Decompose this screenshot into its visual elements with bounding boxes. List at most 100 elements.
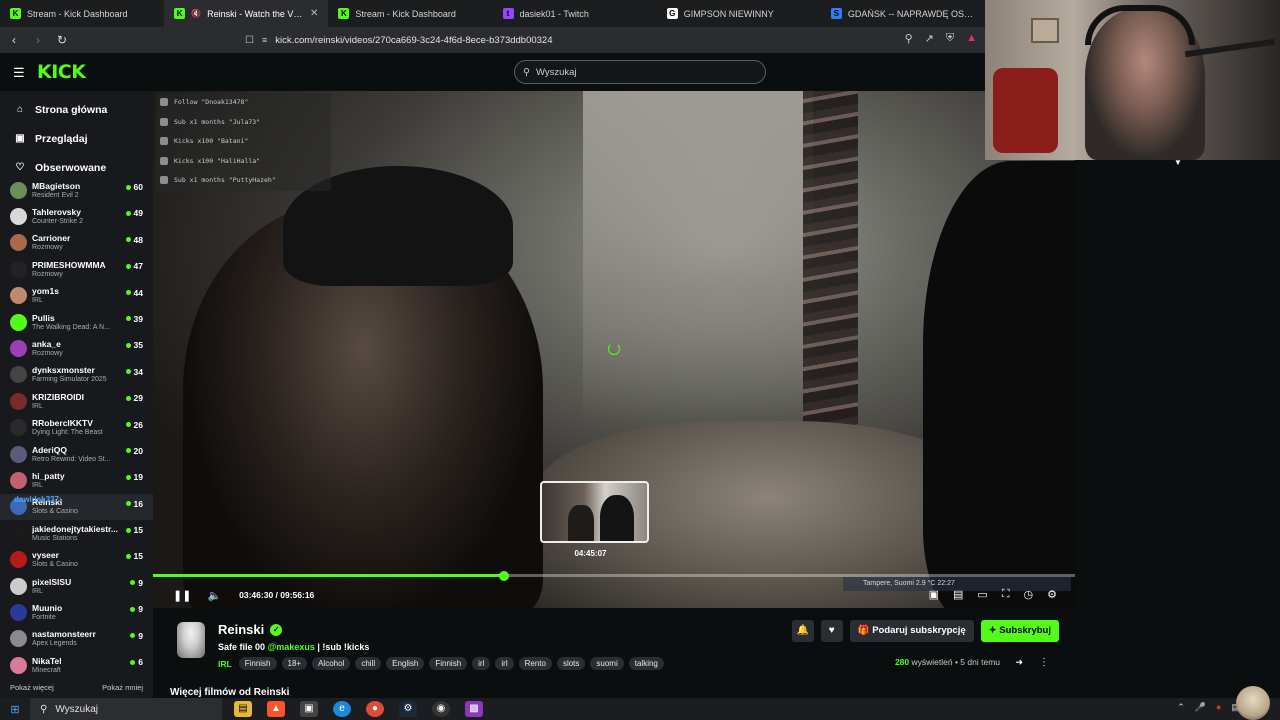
browser-tab[interactable]: K Stream - Kick Dashboard — [0, 0, 164, 27]
show-more-link[interactable]: Pokaż więcej — [10, 683, 54, 692]
site-info-icon[interactable]: ≡ — [262, 35, 267, 45]
reload-icon[interactable]: ↻ — [52, 33, 72, 47]
pause-icon[interactable]: ❚❚ — [173, 589, 191, 602]
close-tab-icon[interactable]: ✕ — [310, 8, 318, 19]
tag-chip[interactable]: chill — [355, 657, 382, 670]
file-explorer-icon[interactable]: ▤ — [234, 701, 252, 717]
app-icon[interactable]: ▣ — [300, 701, 318, 717]
channel-name-row: Reinski ✓ — [218, 622, 283, 637]
pip-icon[interactable]: ▣ — [929, 588, 939, 601]
tag-chip[interactable]: suomi — [590, 657, 624, 670]
edge-icon[interactable]: e — [333, 701, 351, 717]
kick-logo[interactable]: KICK — [37, 61, 86, 83]
sidebar-item-browse[interactable]: ▣ Przeglądaj — [0, 124, 153, 153]
browser-tab[interactable]: t dasiek01 - Twitch — [493, 0, 657, 27]
followed-channel-category: Minecraft — [32, 666, 61, 674]
brave-shield-icon[interactable]: ⛨ — [946, 32, 954, 45]
more-options-icon[interactable]: ⋮ — [1039, 657, 1049, 668]
subscribe-button[interactable]: ✦ Subskrybuj — [980, 620, 1059, 642]
brave-icon[interactable]: ▲ — [267, 701, 285, 717]
address-bar-icons: ⚲ ↗ ⛨ ▲ — [905, 32, 977, 45]
category-link[interactable]: IRL — [218, 659, 232, 669]
tag-chip[interactable]: Alcohol — [312, 657, 351, 670]
seek-bar[interactable] — [153, 570, 1075, 581]
followed-channel-item[interactable]: MBagietson Resident Evil 2 60 — [0, 177, 153, 203]
tray-chevron-icon[interactable]: ⌃ — [1177, 702, 1185, 713]
browser-tab[interactable]: K Stream - Kick Dashboard — [328, 0, 492, 27]
show-less-link[interactable]: Pokaż mniej — [102, 683, 143, 692]
followed-channel-item[interactable]: RRobercIKKTV Dying Light: The Beast 26 — [0, 415, 153, 441]
browser-tab-strip: K Stream - Kick Dashboard K 🔇 Reinski - Watc… — [0, 0, 985, 27]
tag-chip[interactable]: 18+ — [281, 657, 308, 670]
followed-channel-item[interactable]: Pullis The Walking Dead: A N... 39 — [0, 309, 153, 335]
speed-icon[interactable]: ◷ — [1024, 588, 1034, 601]
tag-chip[interactable]: Finnish — [429, 657, 468, 670]
browser-tab-title: GIMPSON NIEWINNY — [683, 8, 774, 19]
followed-channel-item[interactable]: anka_e Rozmowy 35 — [0, 335, 153, 361]
steam-icon[interactable]: ⚙ — [399, 701, 417, 717]
browser-tab[interactable]: G GIMPSON NIEWINNY — [657, 0, 821, 27]
seek-bar-handle[interactable] — [499, 570, 510, 581]
followed-channel-item[interactable]: vyseer Slots & Casino 15 — [0, 546, 153, 572]
stream-alert-line: Kicks x100 "HaliHalla" — [156, 151, 331, 171]
live-dot-icon — [125, 316, 131, 322]
follow-button[interactable]: ♥ — [820, 620, 843, 642]
followed-channel-item[interactable]: dynksxmonster Farming Simulator 2025 34 — [0, 362, 153, 388]
browser-tab[interactable]: S GDAŃSK -- NAPRAWDĘ OSTATNIA T — [821, 0, 985, 27]
rewards-icon[interactable]: ▲ — [966, 32, 977, 45]
theater-mode-icon[interactable]: ▭ — [977, 588, 987, 601]
bookmark-icon[interactable]: ☐ — [245, 35, 254, 46]
followed-channel-item[interactable]: yom1s IRL 44 — [0, 283, 153, 309]
obs-icon[interactable]: ◉ — [432, 701, 450, 717]
channel-avatar[interactable] — [177, 622, 205, 658]
followed-channel-item[interactable]: pixelSISU IRL 9 — [0, 573, 153, 599]
followed-channel-item[interactable]: Reinski Slots & Casino 16 dawidek337: — [0, 493, 153, 521]
followed-channel-name: anka_e — [32, 339, 61, 350]
forward-icon[interactable]: › — [28, 33, 48, 47]
sidebar-item-home[interactable]: ⌂ Strona główna — [0, 95, 153, 124]
followed-channel-item[interactable]: Muunio Fortnite 9 — [0, 599, 153, 625]
tag-chip[interactable]: Rento — [518, 657, 552, 670]
volume-icon[interactable]: 🔈 — [207, 589, 221, 602]
settings-gear-icon[interactable]: ⚙ — [1047, 588, 1057, 601]
tray-app-icon[interactable]: ● — [1216, 702, 1221, 713]
share-icon[interactable]: ➜ — [1015, 657, 1023, 668]
tag-chip[interactable]: talking — [628, 657, 664, 670]
tag-chip[interactable]: Finnish — [238, 657, 277, 670]
clip-icon[interactable]: ▤ — [953, 588, 963, 601]
tag-chip[interactable]: slots — [556, 657, 586, 670]
microphone-icon[interactable]: 🎤 — [1195, 702, 1206, 713]
tag-chip[interactable]: irl — [495, 657, 514, 670]
menu-icon[interactable]: ☰ — [13, 65, 25, 81]
vod-title-mention[interactable]: @makexus — [268, 642, 315, 652]
followed-channel-item[interactable]: jakiedonejtytakiestr... Music Stations 15 — [0, 520, 153, 546]
gift-subscription-button[interactable]: 🎁 Podaruj subskrypcję — [849, 620, 974, 642]
followed-channel-item[interactable]: Carrioner Rozmowy 48 — [0, 230, 153, 256]
collapse-arrow-icon[interactable]: ▼ — [1174, 158, 1182, 167]
followed-channel-item[interactable]: NikaTel Minecraft 6 — [0, 652, 153, 678]
channel-name[interactable]: Reinski — [218, 622, 264, 637]
share-icon[interactable]: ↗ — [925, 32, 934, 45]
followed-channel-item[interactable]: hi_patty IRL 19 — [0, 467, 153, 493]
video-player[interactable]: Follow "Dnoak13478" Sub x1 months "Jula73… — [153, 91, 1075, 608]
fullscreen-icon[interactable]: ⛶ — [1002, 588, 1010, 601]
followed-channel-item[interactable]: AderiQQ Retro Rewind: Video St... 20 — [0, 441, 153, 467]
avatar — [10, 630, 27, 648]
followed-channel-item[interactable]: PRIMESHOWMMA Rozmowy 47 — [0, 256, 153, 282]
windows-start-icon[interactable]: ⊞ — [0, 703, 30, 716]
followed-channel-item[interactable]: KRIZIBROIDI IRL 29 — [0, 388, 153, 414]
url-field[interactable]: ☐ ≡ kick.com/reinski/videos/270ca669-3c2… — [245, 30, 985, 50]
followed-channel-item[interactable]: Tahlerovsky Counter-Strike 2 49 — [0, 203, 153, 229]
back-icon[interactable]: ‹ — [4, 33, 24, 47]
notifications-button[interactable]: 🔔 — [791, 620, 814, 642]
tag-chip[interactable]: English — [386, 657, 425, 670]
chrome-icon[interactable]: ● — [366, 701, 384, 717]
followed-channel-item[interactable]: nastamonsteerr Apex Legends 9 — [0, 626, 153, 652]
tag-chip[interactable]: irl — [472, 657, 491, 670]
zoom-icon[interactable]: ⚲ — [905, 32, 913, 45]
mute-tab-icon[interactable]: 🔇 — [191, 9, 201, 18]
search-input[interactable]: ⚲ Wyszukaj — [514, 60, 766, 84]
app-icon[interactable]: ▩ — [465, 701, 483, 717]
browser-tab[interactable]: K 🔇 Reinski - Watch the VOD on Kick ✕ — [164, 0, 329, 27]
taskbar-search[interactable]: ⚲ Wyszukaj — [30, 698, 222, 720]
